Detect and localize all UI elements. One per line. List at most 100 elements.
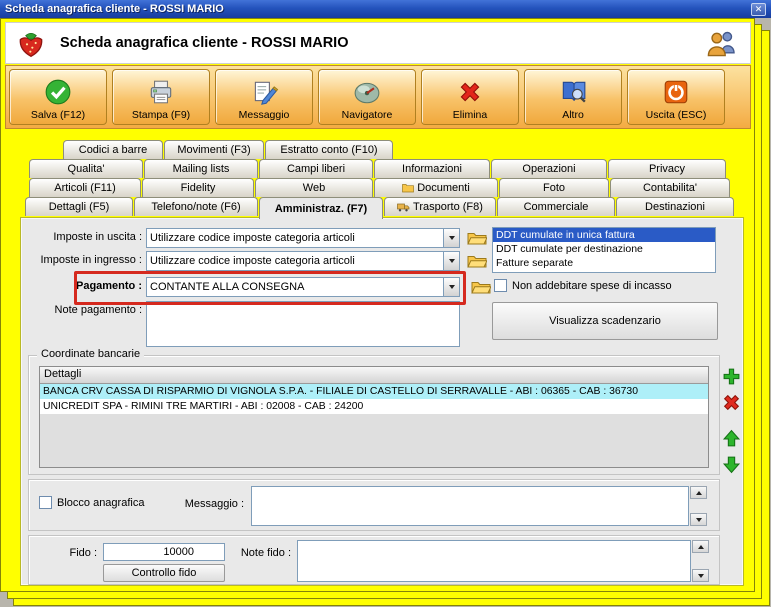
tab-articoli[interactable]: Articoli (F11) (29, 178, 141, 197)
bank-table: Dettagli BANCA CRV CASSA DI RISPARMIO DI… (39, 366, 709, 468)
checkbox-box[interactable] (494, 279, 507, 292)
save-button[interactable]: Salva (F12) (9, 69, 107, 125)
tab-telefono-note[interactable]: Telefono/note (F6) (134, 197, 258, 216)
tab-row-4: Dettagli (F5) Telefono/note (F6) Amminis… (25, 197, 734, 219)
other-button[interactable]: Altro (524, 69, 622, 125)
bank-row[interactable]: UNICREDIT SPA - RIMINI TRE MARTIRI - ABI… (40, 399, 708, 414)
open-folder-icon (467, 232, 487, 244)
note-fido-scroll-up[interactable] (692, 540, 709, 553)
note-pagamento-label: Note pagamento : (54, 304, 142, 316)
spese-incasso-checkbox[interactable]: Non addebitare spese di incasso (494, 279, 672, 292)
tab-label: Movimenti (F3) (177, 144, 251, 156)
tab-operazioni[interactable]: Operazioni (491, 159, 607, 178)
save-button-label: Salva (F12) (30, 109, 86, 121)
titlebar: Scheda anagrafica cliente - ROSSI MARIO … (0, 0, 771, 18)
messaggio-scroll-up[interactable] (690, 486, 707, 499)
strawberry-icon (19, 32, 43, 58)
note-fido-scroll-down[interactable] (692, 569, 709, 582)
tab-qualita[interactable]: Qualita' (29, 159, 143, 178)
tab-trasporto[interactable]: Trasporto (F8) (384, 197, 496, 216)
visualizza-scadenzario-button[interactable]: Visualizza scadenzario (492, 302, 718, 340)
tab-dettagli[interactable]: Dettagli (F5) (25, 197, 133, 216)
tab-destinazioni[interactable]: Destinazioni (616, 197, 734, 216)
tab-codici-a-barre[interactable]: Codici a barre (63, 140, 163, 159)
exit-button-label: Uscita (ESC) (645, 109, 707, 121)
message-button[interactable]: Messaggio (215, 69, 313, 125)
bank-row-selected[interactable]: BANCA CRV CASSA DI RISPARMIO DI VIGNOLA … (40, 384, 708, 399)
fido-input[interactable] (103, 543, 225, 561)
tab-campi-liberi[interactable]: Campi liberi (259, 159, 373, 178)
main-window: Scheda anagrafica cliente - ROSSI MARIO … (0, 18, 755, 592)
note-fido-label: Note fido : (240, 547, 291, 559)
dropdown-button[interactable] (443, 278, 459, 296)
note-fido-textarea[interactable] (297, 540, 691, 582)
tab-movimenti[interactable]: Movimenti (F3) (164, 140, 264, 159)
tab-privacy[interactable]: Privacy (608, 159, 726, 178)
ddt-option[interactable]: Fatture separate (493, 256, 715, 270)
tab-row-3: Articoli (F11) Fidelity Web Documenti Fo… (29, 178, 730, 197)
tab-label: Telefono/note (F6) (151, 201, 241, 213)
tab-label: Articoli (F11) (54, 182, 116, 194)
move-bank-down-button[interactable] (720, 453, 742, 475)
pagamento-value: CONTANTE ALLA CONSEGNA (150, 281, 305, 293)
pagamento-combo[interactable]: CONTANTE ALLA CONSEGNA (146, 277, 460, 297)
remove-bank-button[interactable] (720, 391, 742, 413)
tab-documenti[interactable]: Documenti (374, 178, 498, 197)
arrow-up-icon (722, 429, 740, 446)
tab-label: Privacy (648, 163, 686, 175)
tab-label: Estratto conto (F10) (280, 144, 378, 156)
move-bank-up-button[interactable] (720, 427, 742, 449)
tab-commerciale[interactable]: Commerciale (497, 197, 615, 216)
checkbox-box[interactable] (39, 496, 52, 509)
ddt-option-selected[interactable]: DDT cumulate in unica fattura (493, 228, 715, 242)
coordinate-bancarie-group: Coordinate bancarie Dettagli BANCA CRV C… (28, 348, 720, 475)
tab-label: Dettagli (F5) (48, 201, 110, 213)
imposte-uscita-lookup-button[interactable] (466, 229, 488, 247)
tab-informazioni[interactable]: Informazioni (374, 159, 490, 178)
scroll-down-icon (695, 517, 702, 522)
tab-label: Campi liberi (286, 163, 346, 175)
folder-icon (402, 184, 415, 193)
close-icon[interactable]: ✕ (751, 2, 766, 16)
tab-foto[interactable]: Foto (499, 178, 609, 197)
tab-contabilita[interactable]: Contabilita' (610, 178, 730, 197)
customers-people-icon[interactable] (704, 29, 738, 57)
note-pagamento-textarea[interactable] (146, 301, 460, 347)
dropdown-button[interactable] (443, 229, 459, 247)
tab-row-2: Qualita' Mailing lists Campi liberi Info… (29, 159, 726, 178)
messaggio-textarea[interactable] (251, 486, 689, 526)
add-bank-button[interactable] (720, 365, 742, 387)
arrow-down-icon (722, 456, 740, 473)
imposte-ingresso-lookup-button[interactable] (466, 252, 488, 270)
imposte-uscita-value: Utilizzare codice imposte categoria arti… (150, 232, 355, 244)
titlebar-title: Scheda anagrafica cliente - ROSSI MARIO (5, 3, 224, 15)
bank-table-header[interactable]: Dettagli (40, 367, 708, 384)
save-check-icon (45, 79, 71, 105)
ddt-option[interactable]: DDT cumulate per destinazione (493, 242, 715, 256)
navigator-button[interactable]: Navigatore (318, 69, 416, 125)
tab-label: Contabilita' (642, 182, 698, 194)
imposte-ingresso-combo[interactable]: Utilizzare codice imposte categoria arti… (146, 251, 460, 271)
print-button[interactable]: Stampa (F9) (112, 69, 210, 125)
tab-web[interactable]: Web (255, 178, 373, 197)
messaggio-scroll-down[interactable] (690, 513, 707, 526)
tab-label: Operazioni (522, 163, 576, 175)
tab-mailing-lists[interactable]: Mailing lists (144, 159, 258, 178)
chevron-down-icon (448, 236, 455, 240)
dropdown-button[interactable] (443, 252, 459, 270)
blocco-anagrafica-checkbox[interactable]: Blocco anagrafica (39, 496, 144, 509)
messaggio-label: Messaggio : (184, 498, 244, 510)
tab-label: Mailing lists (172, 163, 230, 175)
tab-estratto-conto[interactable]: Estratto conto (F10) (265, 140, 393, 159)
exit-button[interactable]: Uscita (ESC) (627, 69, 725, 125)
controllo-fido-button[interactable]: Controllo fido (103, 564, 225, 582)
tab-label: Fidelity (180, 182, 216, 194)
delete-button[interactable]: Elimina (421, 69, 519, 125)
scroll-up-icon (695, 490, 702, 495)
tab-amministraz-active[interactable]: Amministraz. (F7) (259, 197, 383, 219)
tab-fidelity[interactable]: Fidelity (142, 178, 254, 197)
imposte-uscita-combo[interactable]: Utilizzare codice imposte categoria arti… (146, 228, 460, 248)
tab-row-1: Codici a barre Movimenti (F3) Estratto c… (63, 140, 393, 159)
truck-icon (397, 203, 410, 212)
pagamento-lookup-button[interactable] (470, 278, 492, 296)
